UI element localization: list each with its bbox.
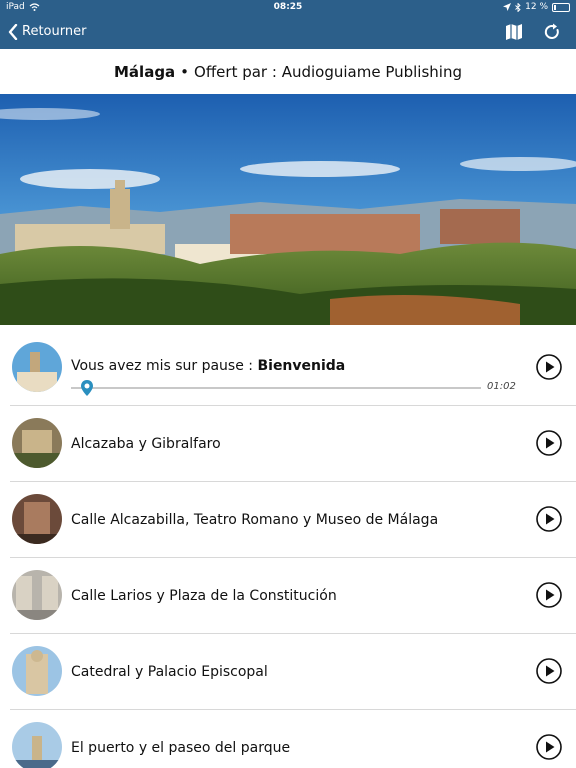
back-label: Retourner [22,24,87,39]
stop-title: Alcazaba y Gibralfaro [71,435,221,452]
stop-title: Catedral y Palacio Episcopal [71,663,268,680]
now-playing-title: Bienvenida [257,358,346,374]
battery-percent: 12 % [525,2,548,12]
city-name: Málaga [114,62,176,81]
city-hero-image [0,94,576,325]
stop-title: El puerto y el paseo del parque [71,739,291,756]
stop-thumbnail [12,646,62,696]
status-bar: iPad 08:25 12 % [0,0,576,14]
play-button[interactable] [536,430,562,456]
stop-thumbnail [12,570,62,620]
stop-thumbnail [12,494,62,544]
refresh-icon[interactable] [542,22,562,42]
bluetooth-icon [515,2,521,12]
chevron-left-icon [8,23,18,40]
stop-thumbnail [12,342,62,392]
app-screen: iPad 08:25 12 % Retourner Málaga • Offer… [0,0,576,768]
list-item[interactable]: El puerto y el paseo del parque [10,710,576,768]
stop-title: Calle Alcazabilla, Teatro Romano y Museo… [71,511,439,528]
list-item[interactable]: Calle Alcazabilla, Teatro Romano y Museo… [10,482,576,558]
list-item[interactable]: Catedral y Palacio Episcopal [10,634,576,710]
elapsed-time: 01:02 [487,381,516,392]
stop-thumbnail [12,418,62,468]
audio-list: Vous avez mis sur pause : Bienvenida 01:… [0,330,576,768]
list-item[interactable]: Vous avez mis sur pause : Bienvenida 01:… [10,330,576,406]
map-icon[interactable] [504,22,524,42]
status-time: 08:25 [273,2,303,12]
back-button[interactable]: Retourner [8,14,86,49]
stop-title: Calle Larios y Plaza de la Constitución [71,587,337,604]
play-button[interactable] [536,582,562,608]
publisher-text: Offert par : Audioguiame Publishing [194,62,462,81]
location-arrow-icon [503,3,512,11]
guide-header: Málaga • Offert par : Audioguiame Publis… [0,49,576,94]
play-button[interactable] [536,734,562,760]
list-item[interactable]: Alcazaba y Gibralfaro [10,406,576,482]
play-button[interactable] [536,354,562,380]
now-playing-label: Vous avez mis sur pause : Bienvenida [71,358,346,374]
play-button[interactable] [536,506,562,532]
location-pin-icon[interactable] [81,380,94,396]
list-item[interactable]: Calle Larios y Plaza de la Constitución [10,558,576,634]
separator-dot: • [180,62,190,81]
battery-icon [552,2,570,12]
navigation-bar: Retourner [0,14,576,49]
play-button[interactable] [536,658,562,684]
progress-track[interactable] [71,387,481,389]
stop-thumbnail [12,722,62,768]
